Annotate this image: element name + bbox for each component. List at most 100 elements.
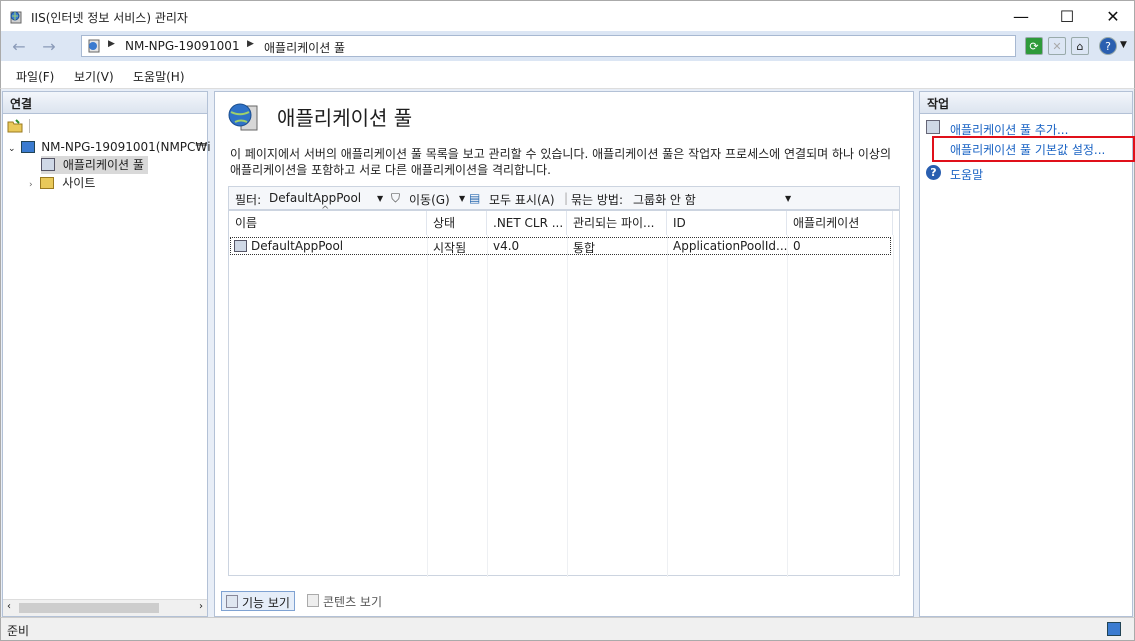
status-text: 준비 (7, 624, 30, 638)
column-header-clr[interactable]: .NET CLR ... (487, 211, 567, 235)
expand-chevron-icon[interactable]: › (29, 180, 33, 190)
toolbar-separator (29, 119, 30, 133)
content-pane: 애플리케이션 풀 이 페이지에서 서버의 애플리케이션 풀 목록을 보고 관리할… (214, 91, 914, 617)
sites-folder-icon (40, 177, 55, 189)
app-pool-header-icon (228, 103, 258, 131)
column-divider (667, 235, 668, 577)
column-divider (567, 235, 568, 577)
page-description: 이 페이지에서 서버의 애플리케이션 풀 목록을 보고 관리할 수 있습니다. … (230, 147, 892, 177)
go-dropdown-icon[interactable]: ▼ (459, 194, 465, 203)
window-title: IIS(인터넷 정보 서비스) 관리자 (31, 11, 188, 25)
collapse-chevron-icon[interactable]: ⌄ (8, 144, 16, 154)
funnel-icon: ⛉ (391, 191, 401, 205)
go-button[interactable]: 이동(G) (409, 191, 450, 208)
scrollbar-thumb[interactable] (19, 603, 159, 613)
content-view-icon (307, 594, 319, 607)
home-button[interactable]: ⌂ (1071, 37, 1089, 55)
tree-node-app-pools[interactable]: 애플리케이션 풀 (41, 156, 148, 174)
forward-button[interactable]: → (37, 35, 61, 57)
maximize-icon: ☐ (1059, 6, 1075, 26)
tree-node-server[interactable]: ⌄ NM-NPG-19091001(NMPC₩i (8, 138, 211, 156)
connections-header: 연결 (3, 92, 207, 114)
address-bar: ← → ▶ NM-NPG-19091001 ▶ 애플리케이션 풀 ⟳ ✕ ⌂ ?… (0, 31, 1135, 61)
filter-dropdown-icon[interactable]: ▼ (377, 194, 383, 203)
forward-arrow-icon: → (42, 36, 56, 56)
refresh-icon: ⟳ (1029, 39, 1039, 53)
show-all-button[interactable]: 모두 표시(A) (489, 191, 555, 208)
table-row[interactable]: DefaultAppPool 시작됨 v4.0 통합 ApplicationPo… (230, 237, 891, 255)
page-title: 애플리케이션 풀 (277, 106, 413, 130)
refresh-button[interactable]: ⟳ (1025, 37, 1043, 55)
maximize-button[interactable]: ☐ (1044, 2, 1090, 30)
tab-content-view[interactable]: 콘텐츠 보기 (303, 591, 386, 611)
filter-input[interactable]: DefaultAppPool (269, 191, 387, 205)
stop-icon: ✕ (1052, 39, 1062, 53)
menu-file[interactable]: 파일(F) (16, 68, 54, 85)
title-bar: IIS(인터넷 정보 서비스) 관리자 — ☐ ✕ (0, 0, 1135, 31)
minimize-button[interactable]: — (998, 2, 1044, 30)
column-divider (487, 235, 488, 577)
column-header-pipeline[interactable]: 관리되는 파이... (567, 211, 667, 235)
breadcrumb-arrow-icon: ▶ (247, 39, 254, 49)
tree-node-sites[interactable]: › 사이트 (29, 174, 95, 192)
address-input[interactable]: ▶ NM-NPG-19091001 ▶ 애플리케이션 풀 (81, 35, 1016, 57)
add-app-pool-icon (926, 120, 940, 134)
app-pool-grid: 이름 ^ 상태 .NET CLR ... 관리되는 파이... ID 애플리케이… (228, 205, 900, 577)
separator: | (564, 191, 569, 205)
help-circle-icon: ? (926, 165, 941, 180)
column-header-applications[interactable]: 애플리케이션 (787, 211, 893, 235)
tab-features-view[interactable]: 기능 보기 (221, 591, 295, 611)
actions-header: 작업 (920, 92, 1132, 114)
tree-app-pools-label: 애플리케이션 풀 (62, 158, 144, 172)
connections-scrollbar[interactable]: ‹ › (3, 599, 207, 616)
group-by-label: 묶는 방법: (571, 193, 624, 207)
cell-applications: 0 (793, 239, 801, 253)
breadcrumb-app-pools[interactable]: 애플리케이션 풀 (264, 39, 345, 56)
menu-view[interactable]: 보기(V) (74, 68, 114, 85)
back-button[interactable]: ← (7, 35, 31, 57)
connections-pane: 연결 ⌄ NM-NPG-19091001(NMPC₩i 애플리케이션 풀 › 사… (2, 91, 211, 617)
status-server-icon (1107, 622, 1121, 636)
cell-name: DefaultAppPool (251, 239, 344, 253)
set-app-pool-defaults-link[interactable]: 애플리케이션 풀 기본값 설정... (950, 141, 1105, 158)
back-arrow-icon: ← (12, 36, 26, 56)
column-divider (787, 235, 788, 577)
tree-server-label: NM-NPG-19091001(NMPC₩i (41, 140, 211, 154)
connect-folder-icon[interactable] (7, 119, 23, 133)
actions-pane: 작업 애플리케이션 풀 추가... 애플리케이션 풀 기본값 설정... ? 도… (919, 91, 1135, 617)
help-link[interactable]: 도움말 (950, 166, 983, 183)
breadcrumb-arrow-icon: ▶ (108, 39, 115, 49)
app-pool-row-icon (234, 240, 247, 252)
minimize-icon: — (1013, 6, 1029, 26)
stop-button[interactable]: ✕ (1048, 37, 1066, 55)
group-by-select[interactable]: 그룹화 안 함 (633, 191, 696, 208)
help-button[interactable]: ? (1099, 37, 1117, 55)
cell-status: 시작됨 (433, 241, 467, 255)
cell-id: ApplicationPoolId... (673, 239, 788, 253)
status-bar: 준비 (0, 617, 1135, 641)
cell-clr: v4.0 (493, 239, 520, 253)
scroll-left-icon[interactable]: ‹ (7, 601, 11, 612)
features-view-icon (226, 595, 238, 608)
menu-help[interactable]: 도움말(H) (133, 68, 185, 85)
cell-pipeline: 통합 (573, 241, 596, 255)
iis-app-icon (10, 11, 22, 24)
home-icon: ⌂ (1076, 39, 1084, 53)
app-pool-node-icon (41, 158, 55, 171)
column-divider (427, 235, 428, 577)
show-all-icon: ▤ (469, 191, 481, 205)
column-divider (893, 235, 894, 577)
help-dropdown-icon[interactable]: ▼ (1120, 40, 1127, 50)
menu-bar: 파일(F) 보기(V) 도움말(H) (0, 61, 1135, 89)
close-button[interactable]: ✕ (1090, 2, 1135, 30)
tree-sites-label: 사이트 (62, 176, 96, 190)
server-icon (88, 39, 100, 53)
column-header-id[interactable]: ID (667, 211, 787, 235)
help-icon: ? (1105, 39, 1111, 53)
breadcrumb-server[interactable]: NM-NPG-19091001 (125, 39, 240, 53)
column-header-status[interactable]: 상태 (427, 211, 487, 235)
group-dropdown-icon[interactable]: ▼ (785, 194, 791, 203)
scroll-right-icon[interactable]: › (199, 601, 203, 612)
filter-label: 필터: (235, 193, 262, 207)
server-node-icon (21, 141, 36, 153)
